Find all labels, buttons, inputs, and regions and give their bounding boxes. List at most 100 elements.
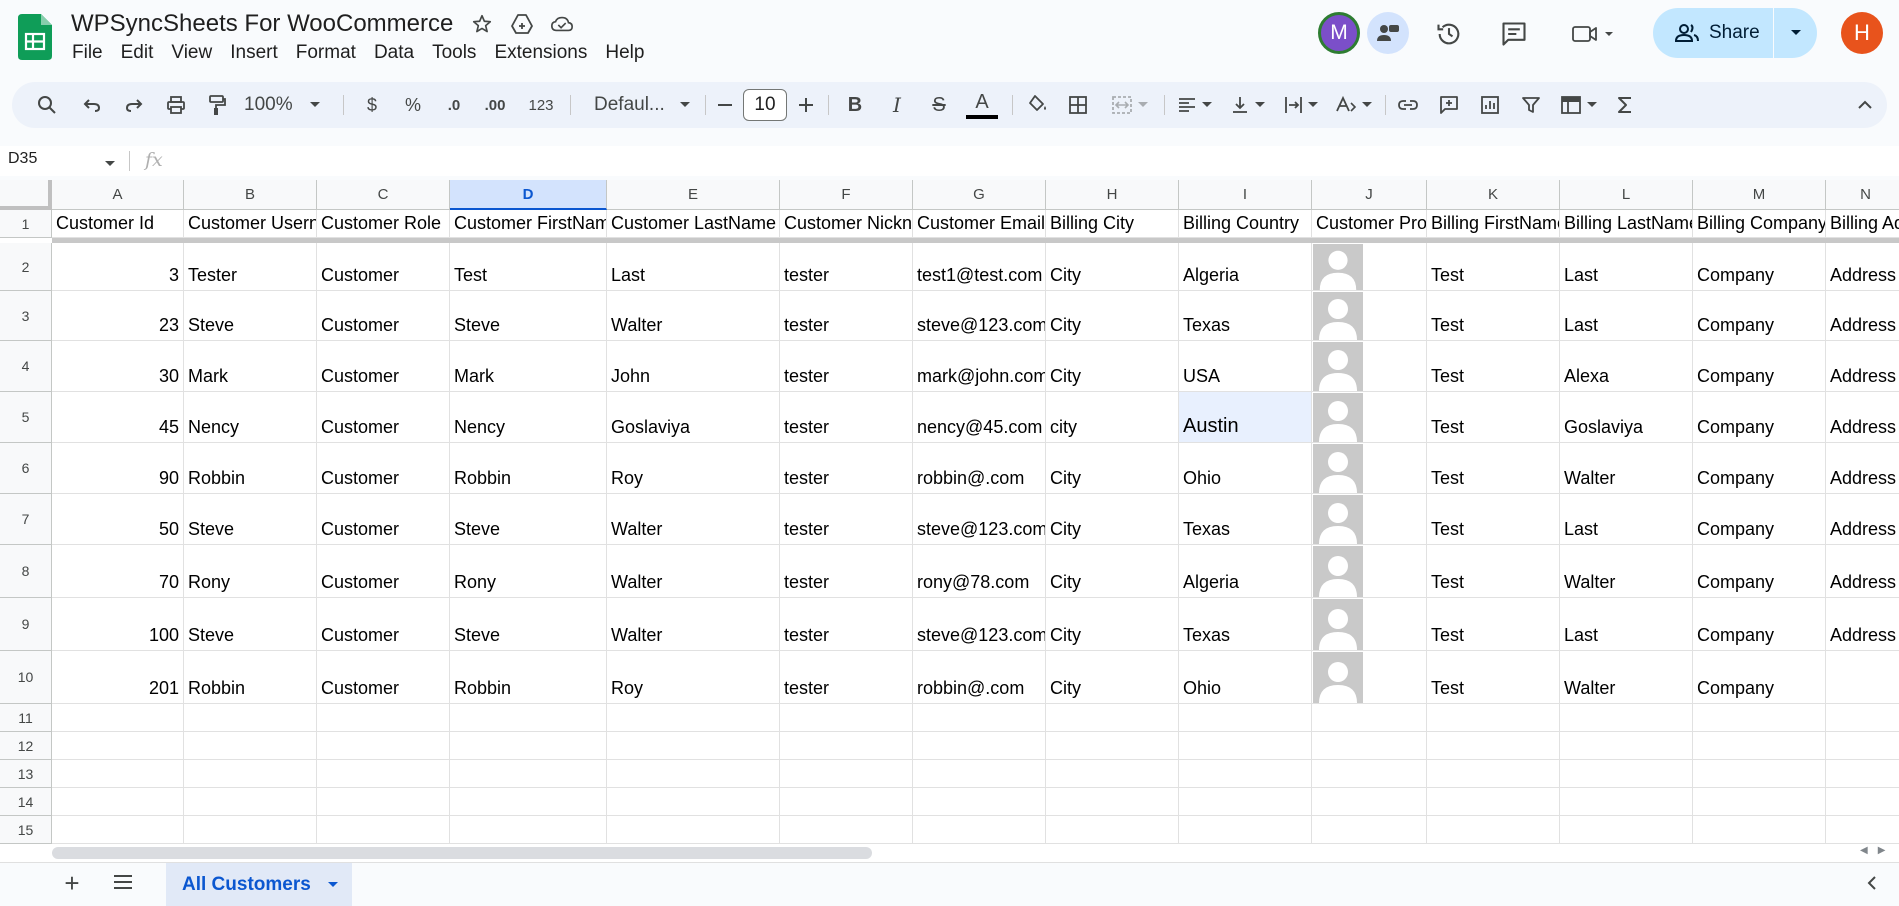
- table-cell[interactable]: City: [1046, 494, 1179, 545]
- menu-view[interactable]: View: [171, 42, 222, 64]
- table-cell[interactable]: Customer: [317, 392, 450, 443]
- table-cell[interactable]: [913, 788, 1046, 816]
- column-header-e[interactable]: E: [607, 180, 780, 210]
- table-cell[interactable]: Goslaviya: [607, 392, 780, 443]
- table-cell[interactable]: 90: [52, 443, 184, 494]
- table-cell[interactable]: Nency: [184, 392, 317, 443]
- table-cell[interactable]: tester: [780, 494, 913, 545]
- table-cell[interactable]: Steve: [450, 291, 607, 341]
- font-size-input[interactable]: 10: [743, 89, 787, 121]
- table-cell[interactable]: [317, 760, 450, 788]
- table-cell[interactable]: [1826, 788, 1899, 816]
- table-cell[interactable]: Walter: [1560, 443, 1693, 494]
- table-cell[interactable]: [184, 704, 317, 732]
- font-family-select[interactable]: Defaul...: [582, 82, 697, 128]
- table-cell[interactable]: [913, 760, 1046, 788]
- table-cell[interactable]: 70: [52, 545, 184, 598]
- header-cell[interactable]: Customer Emaill: [913, 210, 1046, 238]
- table-cell[interactable]: [1560, 760, 1693, 788]
- spreadsheet-grid[interactable]: A B C D E F G H I J K L M N 1 Customer Id Customer Usern…: [0, 180, 1899, 865]
- table-cell[interactable]: Company: [1693, 651, 1826, 704]
- all-sheets-icon[interactable]: [112, 873, 134, 896]
- collapse-toolbar-icon[interactable]: [1850, 82, 1880, 128]
- table-cell[interactable]: Test: [1427, 651, 1560, 704]
- table-cell[interactable]: tester: [780, 341, 913, 392]
- table-cell[interactable]: 201: [52, 651, 184, 704]
- table-cell[interactable]: robbin@.com: [913, 443, 1046, 494]
- row-header[interactable]: 14: [0, 788, 52, 816]
- table-cell[interactable]: Steve: [184, 598, 317, 651]
- table-cell[interactable]: tester: [780, 392, 913, 443]
- menu-data[interactable]: Data: [374, 42, 424, 64]
- table-cell[interactable]: [780, 704, 913, 732]
- column-header-h[interactable]: H: [1046, 180, 1179, 210]
- table-cell[interactable]: [1693, 704, 1826, 732]
- table-cell[interactable]: tester: [780, 598, 913, 651]
- fill-color-icon[interactable]: [1023, 82, 1053, 128]
- table-cell[interactable]: [1179, 732, 1312, 760]
- table-cell[interactable]: Address: [1826, 243, 1899, 291]
- menu-extensions[interactable]: Extensions: [494, 42, 597, 64]
- table-cell[interactable]: [1693, 760, 1826, 788]
- table-cell[interactable]: Algeria: [1179, 243, 1312, 291]
- text-rotation-icon[interactable]: [1331, 82, 1377, 128]
- table-cell[interactable]: [1046, 816, 1179, 844]
- table-cell[interactable]: 50: [52, 494, 184, 545]
- table-cell[interactable]: Address: [1826, 392, 1899, 443]
- table-cell[interactable]: Company: [1693, 545, 1826, 598]
- insert-comment-icon[interactable]: [1434, 82, 1464, 128]
- table-cell[interactable]: Company: [1693, 392, 1826, 443]
- table-cell[interactable]: [1427, 704, 1560, 732]
- table-cell[interactable]: Steve: [450, 494, 607, 545]
- table-cell[interactable]: [1427, 816, 1560, 844]
- format-percent-button[interactable]: %: [398, 82, 428, 128]
- share-button[interactable]: Share: [1653, 8, 1817, 58]
- table-cell[interactable]: 45: [52, 392, 184, 443]
- table-cell[interactable]: [1046, 788, 1179, 816]
- table-cell[interactable]: Walter: [1560, 651, 1693, 704]
- table-cell[interactable]: Tester: [184, 243, 317, 291]
- document-title[interactable]: WPSyncSheets For WooCommerce: [71, 10, 453, 38]
- table-cell[interactable]: Company: [1693, 341, 1826, 392]
- table-cell[interactable]: [1312, 816, 1427, 844]
- star-icon[interactable]: [470, 12, 494, 36]
- row-header[interactable]: 9: [0, 598, 52, 651]
- table-cell[interactable]: [913, 816, 1046, 844]
- column-header-m[interactable]: M: [1693, 180, 1826, 210]
- table-cell[interactable]: [1312, 760, 1427, 788]
- table-cell[interactable]: [1046, 732, 1179, 760]
- table-cell[interactable]: [780, 788, 913, 816]
- header-cell[interactable]: Billing Country: [1179, 210, 1312, 238]
- row-header[interactable]: 6: [0, 443, 52, 494]
- table-cell[interactable]: Walter: [607, 494, 780, 545]
- italic-button[interactable]: I: [882, 82, 912, 128]
- table-cell[interactable]: [1693, 816, 1826, 844]
- table-cell[interactable]: Rony: [184, 545, 317, 598]
- table-cell[interactable]: [780, 732, 913, 760]
- table-cell[interactable]: 3: [52, 243, 184, 291]
- table-cell[interactable]: Mark: [450, 341, 607, 392]
- row-header[interactable]: 11: [0, 704, 52, 732]
- table-cell[interactable]: Customer: [317, 651, 450, 704]
- table-cell[interactable]: [1560, 816, 1693, 844]
- name-box[interactable]: D35: [8, 150, 37, 168]
- table-cell[interactable]: [607, 788, 780, 816]
- table-cell[interactable]: rony@78.com: [913, 545, 1046, 598]
- move-to-drive-icon[interactable]: [510, 12, 534, 36]
- table-cell[interactable]: [1826, 651, 1899, 704]
- table-cell[interactable]: Last: [1560, 243, 1693, 291]
- table-cell[interactable]: Address: [1826, 494, 1899, 545]
- table-cell[interactable]: Company: [1693, 494, 1826, 545]
- more-formats-button[interactable]: 123: [521, 82, 561, 128]
- row-header[interactable]: 3: [0, 291, 52, 341]
- table-cell[interactable]: tester: [780, 243, 913, 291]
- table-cell[interactable]: city: [1046, 392, 1179, 443]
- table-cell[interactable]: Roy: [607, 651, 780, 704]
- table-cell[interactable]: [1179, 816, 1312, 844]
- table-cell[interactable]: Robbin: [184, 443, 317, 494]
- table-cell[interactable]: 30: [52, 341, 184, 392]
- table-cell[interactable]: Customer: [317, 291, 450, 341]
- table-cell[interactable]: [1826, 732, 1899, 760]
- row-header[interactable]: 10: [0, 651, 52, 704]
- table-cell[interactable]: [450, 816, 607, 844]
